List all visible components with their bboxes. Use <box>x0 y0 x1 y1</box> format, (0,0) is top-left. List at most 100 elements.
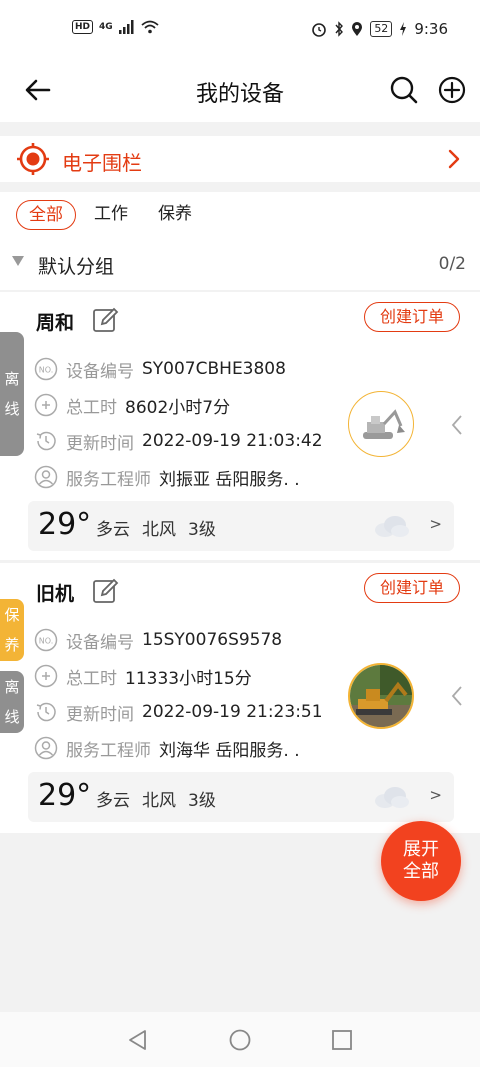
tag-char: 线 <box>4 400 20 418</box>
alarm-icon <box>312 23 327 37</box>
app-header: 我的设备 <box>0 60 480 122</box>
timer-icon <box>34 664 58 688</box>
total-hours-label: 总工时 <box>66 397 117 418</box>
wind-level: 3级 <box>188 520 216 540</box>
device-number-row: NO. 设备编号 15SY0076S9578 <box>34 627 282 653</box>
electronic-fence-row[interactable]: 电子围栏 <box>0 136 480 182</box>
device-thumbnail[interactable] <box>348 391 414 457</box>
update-time-label: 更新时间 <box>66 704 134 725</box>
tag-char: 离 <box>4 370 20 388</box>
search-button[interactable] <box>386 72 422 108</box>
engineer-value: 刘海华 岳阳服务. . <box>159 740 300 761</box>
nav-back-icon[interactable] <box>126 1028 150 1052</box>
chevron-left-icon[interactable] <box>450 685 464 707</box>
engineer-row: 服务工程师 刘海华 岳阳服务. . <box>34 735 300 761</box>
excavator-icon <box>363 409 405 439</box>
filter-panel: 全部 工作 保养 默认分组 0/2 <box>0 192 480 290</box>
status-tag-offline: 离线 <box>0 671 24 733</box>
expand-all-button[interactable]: 展开 全部 <box>381 821 461 901</box>
svg-text:NO.: NO. <box>39 366 54 375</box>
tag-char: 保 <box>4 606 20 624</box>
fab-line-1: 展开 <box>403 839 439 860</box>
update-time-value: 2022-09-19 21:23:51 <box>142 702 323 722</box>
update-time-row: 更新时间 2022-09-19 21:23:51 <box>34 699 323 725</box>
group-header[interactable]: 默认分组 0/2 <box>0 244 480 286</box>
clock: 9:36 <box>414 20 448 38</box>
tag-char: 养 <box>4 636 20 654</box>
status-bar: HD 4G 52 9:36 <box>0 0 480 60</box>
triangle-down-icon <box>12 256 24 266</box>
edit-icon[interactable] <box>92 577 120 605</box>
update-time-row: 更新时间 2022-09-19 21:03:42 <box>34 428 323 454</box>
svg-text:NO.: NO. <box>39 637 54 646</box>
fab-line-2: 全部 <box>403 861 439 882</box>
chevron-left-icon[interactable] <box>450 414 464 436</box>
weather-bar[interactable]: 29° 多云 北风 3级 > <box>28 772 454 822</box>
number-badge-icon: NO. <box>34 628 58 652</box>
temperature: 29° <box>38 778 92 813</box>
battery-indicator: 52 <box>370 21 393 37</box>
create-order-button[interactable]: 创建订单 <box>364 302 460 332</box>
status-right: 52 9:36 <box>311 20 448 38</box>
weather-more: > <box>429 786 442 804</box>
device-number-value: 15SY0076S9578 <box>142 630 283 650</box>
engineer-label: 服务工程师 <box>66 469 151 490</box>
chevron-right-icon <box>448 149 460 169</box>
device-number-value: SY007CBHE3808 <box>142 359 286 379</box>
nav-recents-icon[interactable] <box>330 1028 354 1052</box>
wind-direction: 北风 <box>142 520 176 540</box>
excavator-photo-icon <box>350 665 412 727</box>
engineer-label: 服务工程师 <box>66 740 151 761</box>
wifi-icon <box>141 20 159 34</box>
status-tag-offline: 离线 <box>0 332 24 456</box>
edit-icon[interactable] <box>92 306 120 334</box>
total-hours-row: 总工时 8602小时7分 <box>34 392 230 418</box>
target-icon <box>17 143 49 175</box>
engineer-row: 服务工程师 刘振亚 岳阳服务. . <box>34 464 300 490</box>
tab-working[interactable]: 工作 <box>94 200 128 230</box>
device-card[interactable]: 保养 离线 旧机 创建订单 NO. 设备编号 15SY0076S9578 总工时… <box>0 563 480 833</box>
add-device-button[interactable] <box>434 72 470 108</box>
user-icon <box>34 736 58 760</box>
status-left: HD 4G <box>72 20 159 34</box>
device-card[interactable]: 离线 周和 创建订单 NO. 设备编号 SY007CBHE3808 总工时 86… <box>0 292 480 560</box>
tag-char: 离 <box>4 678 20 696</box>
network-indicator: 4G <box>99 22 113 32</box>
total-hours-label: 总工时 <box>66 668 117 689</box>
tab-all[interactable]: 全部 <box>16 200 76 230</box>
number-badge-icon: NO. <box>34 357 58 381</box>
tag-char: 线 <box>4 708 20 726</box>
weather-description: 多云 <box>96 791 130 811</box>
charging-icon <box>400 22 407 36</box>
bluetooth-icon <box>335 21 344 37</box>
search-icon <box>390 76 418 104</box>
status-tag-maintenance: 保养 <box>0 599 24 661</box>
device-number-label: 设备编号 <box>66 632 134 653</box>
history-icon <box>36 431 56 451</box>
weather-description: 多云 <box>96 520 130 540</box>
wind-level: 3级 <box>188 791 216 811</box>
update-time-value: 2022-09-19 21:03:42 <box>142 431 323 451</box>
nav-home-icon[interactable] <box>228 1028 252 1052</box>
signal-icon <box>118 20 134 34</box>
cloud-icon <box>375 516 409 537</box>
location-icon <box>352 22 363 36</box>
hd-indicator: HD <box>72 20 94 34</box>
group-count: 0/2 <box>438 254 466 274</box>
device-thumbnail[interactable] <box>348 663 414 729</box>
timer-icon <box>34 393 58 417</box>
temperature: 29° <box>38 507 92 542</box>
fence-label: 电子围栏 <box>62 151 142 175</box>
weather-bar[interactable]: 29° 多云 北风 3级 > <box>28 501 454 551</box>
history-icon <box>36 702 56 722</box>
create-order-button[interactable]: 创建订单 <box>364 573 460 603</box>
total-hours-value: 8602小时7分 <box>125 397 231 418</box>
system-nav-bar <box>0 1012 480 1067</box>
plus-circle-icon <box>438 76 466 104</box>
weather-more: > <box>429 515 442 533</box>
engineer-value: 刘振亚 岳阳服务. . <box>159 469 300 490</box>
tab-maintenance[interactable]: 保养 <box>158 200 192 230</box>
group-label: 默认分组 <box>38 256 115 278</box>
total-hours-value: 11333小时15分 <box>125 668 252 689</box>
cloud-icon <box>375 787 409 808</box>
